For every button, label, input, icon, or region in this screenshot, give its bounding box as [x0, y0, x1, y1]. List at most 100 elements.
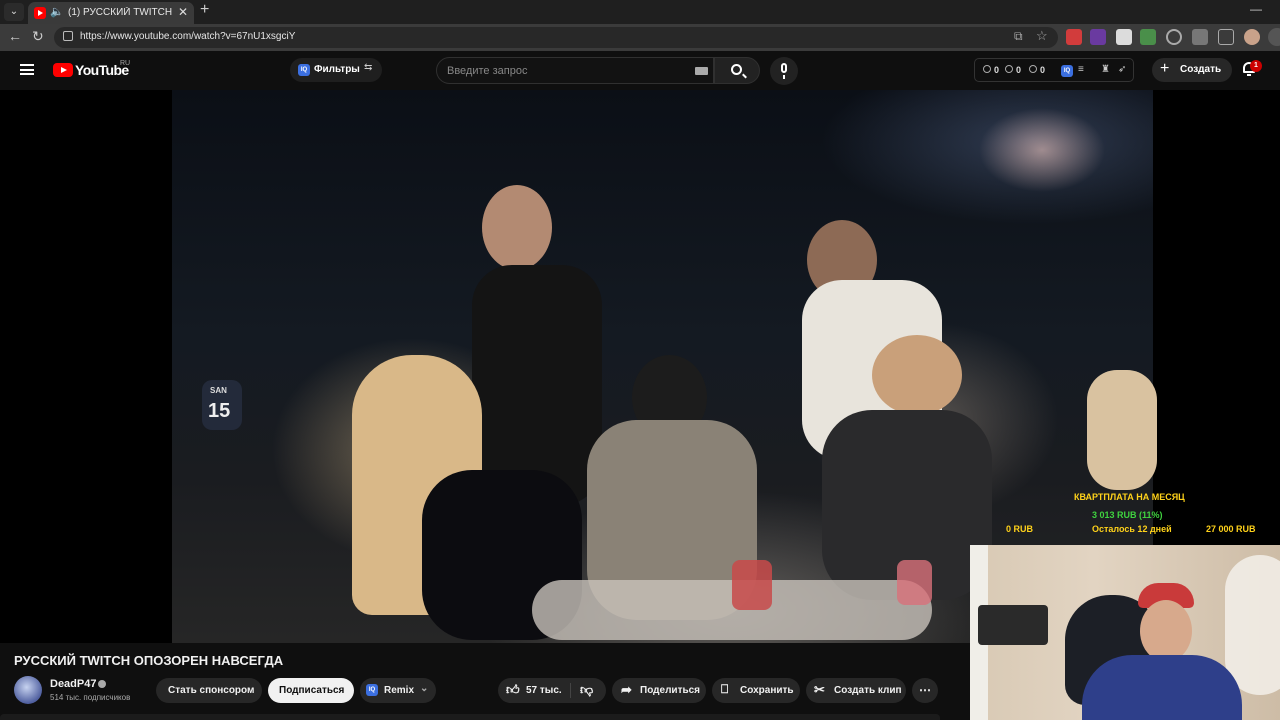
more-dots-icon: ⋯ — [919, 683, 931, 697]
camera-light-stand — [978, 605, 1048, 645]
search-input[interactable]: Введите запрос — [436, 57, 714, 84]
tab-title: (1) РУССКИЙ TWITCH ОПОЗ — [68, 7, 172, 18]
sliders-icon: ⇆ — [364, 62, 373, 73]
chevron-down-icon: ⌄ — [420, 683, 429, 694]
iq-extension-icon: IQ — [366, 684, 378, 696]
browser-toolbar: ← ↻ https://www.youtube.com/watch?v=67nU… — [0, 24, 1280, 51]
more-actions-button[interactable]: ⋯ — [912, 678, 938, 703]
subscribe-label: Подписаться — [279, 685, 345, 696]
site-info-icon[interactable] — [63, 31, 73, 41]
subscribe-button[interactable]: Подписаться — [268, 678, 354, 703]
trophy-icon[interactable]: ♜ — [1101, 64, 1110, 75]
iq-extension-icon[interactable]: IQ — [1061, 65, 1073, 77]
youtube-favicon-icon — [34, 7, 46, 19]
like-count[interactable]: 57 тыс. — [526, 685, 562, 696]
youtube-header: YouTube RU IQ Фильтры ⇆ Введите запрос 0… — [0, 51, 1280, 90]
webcam-overlay — [970, 545, 1280, 720]
minimize-window-icon[interactable]: — — [1250, 2, 1262, 16]
save-button[interactable]: ⎕ Сохранить — [712, 678, 800, 703]
tab-search-chevron-icon[interactable]: ⌄ — [4, 3, 24, 21]
speaker-icon[interactable]: 🔈 — [50, 5, 64, 18]
rocket-icon[interactable]: ➶ — [1118, 64, 1126, 75]
address-bar[interactable]: https://www.youtube.com/watch?v=67nU1xsg… — [54, 27, 1058, 48]
new-tab-plus-icon[interactable]: + — [200, 1, 209, 19]
pink-drink — [897, 560, 932, 605]
extension-sync-icon[interactable] — [1166, 29, 1182, 45]
plus-icon: + — [1160, 60, 1170, 77]
extension-vpn-icon[interactable] — [1140, 29, 1156, 45]
browser-tab[interactable]: 🔈 (1) РУССКИЙ TWITCH ОПОЗ ✕ — [28, 2, 194, 24]
iq-extension-icon: IQ — [298, 64, 310, 76]
search-placeholder: Введите запрос — [447, 65, 528, 77]
extension-stats-panel[interactable]: 0 0 0 IQ ≡ ♜ ➶ — [974, 58, 1134, 82]
app-install-icon[interactable]: ⧉ — [1014, 29, 1023, 44]
save-label: Сохранить — [740, 685, 794, 696]
stat-value: 0 — [1040, 65, 1046, 75]
extension-screenshot-icon[interactable] — [1116, 29, 1132, 45]
clip-button[interactable]: ✂ Создать клип — [806, 678, 906, 703]
jersey-number: 15 — [208, 400, 231, 422]
view-icon — [1029, 65, 1037, 73]
share-arrow-icon: ➦ — [621, 682, 632, 697]
list-icon[interactable]: ≡ — [1078, 64, 1084, 75]
sponsor-button[interactable]: Стать спонсором — [156, 678, 262, 703]
jersey-name: SAN — [210, 386, 227, 395]
curly-hair-head — [872, 335, 962, 415]
remix-label: Remix — [384, 685, 415, 696]
description-box[interactable] — [0, 714, 940, 720]
region-code: RU — [120, 60, 131, 67]
verified-badge-icon — [98, 680, 106, 688]
reload-icon[interactable]: ↻ — [32, 28, 44, 45]
menu-hamburger-icon[interactable] — [20, 64, 34, 75]
scissors-icon: ✂ — [814, 682, 825, 697]
stat-value: 0 — [1016, 65, 1022, 75]
like-dislike-group: 👍︎ 57 тыс. 👎︎ — [498, 678, 606, 703]
eye-icon — [1005, 65, 1013, 73]
search-icon — [731, 64, 742, 75]
create-label: Создать — [1180, 64, 1222, 75]
keyboard-icon[interactable] — [695, 67, 708, 75]
clock-icon — [983, 65, 991, 73]
favorites-icon[interactable] — [1218, 29, 1234, 45]
close-tab-icon[interactable]: ✕ — [178, 5, 188, 19]
youtube-logo-icon[interactable] — [53, 63, 73, 77]
thumbs-up-icon[interactable]: 👍︎ — [506, 682, 520, 698]
remix-button[interactable]: IQ Remix ⌄ — [360, 678, 436, 703]
right-guest-hair — [1087, 370, 1157, 490]
subscriber-count: 514 тыс. подписчиков — [50, 693, 131, 702]
url-text[interactable]: https://www.youtube.com/watch?v=67nU1xsg… — [80, 31, 295, 42]
back-arrow-icon[interactable]: ← — [8, 28, 22, 44]
divider — [570, 683, 571, 698]
thumbs-down-icon[interactable]: 👎︎ — [580, 682, 593, 698]
donation-goal-remaining: Осталось 12 дней — [1092, 524, 1172, 534]
patterned-sweater — [1082, 655, 1242, 720]
microphone-icon — [781, 63, 787, 73]
create-button[interactable]: + Создать — [1152, 58, 1232, 82]
donation-goal-target: 27 000 RUB — [1206, 524, 1256, 534]
channel-name[interactable]: DeadP47 — [50, 678, 96, 690]
sponsor-label: Стать спонсором — [168, 685, 255, 696]
bookmark-icon: ⎕ — [721, 682, 729, 696]
extensions-puzzle-icon[interactable] — [1192, 29, 1208, 45]
donation-goal-title: КВАРТПЛАТА НА МЕСЯЦ — [1074, 492, 1185, 502]
extension-new-icon[interactable] — [1090, 29, 1106, 45]
bookmark-star-icon[interactable]: ☆ — [1036, 28, 1048, 44]
red-drink — [732, 560, 772, 610]
clip-label: Создать клип — [834, 685, 902, 696]
host-head — [482, 185, 552, 270]
channel-avatar[interactable] — [14, 676, 42, 704]
share-label: Поделиться — [640, 685, 701, 696]
extension-adblock-icon[interactable] — [1066, 29, 1082, 45]
profile-menu-button[interactable] — [1268, 28, 1280, 46]
profile-avatar-icon[interactable] — [1244, 29, 1260, 45]
streamer-face — [1140, 600, 1192, 662]
donation-goal-current: 3 013 RUB (11%) — [1092, 510, 1163, 520]
share-button[interactable]: ➦ Поделиться — [612, 678, 706, 703]
stat-value: 0 — [994, 65, 1000, 75]
filters-button[interactable]: IQ Фильтры ⇆ — [290, 58, 382, 82]
voice-search-button[interactable] — [770, 57, 798, 85]
host-body — [472, 265, 602, 505]
ring-light — [1225, 555, 1280, 695]
donation-goal-min: 0 RUB — [1006, 524, 1034, 534]
search-button[interactable] — [714, 57, 760, 84]
